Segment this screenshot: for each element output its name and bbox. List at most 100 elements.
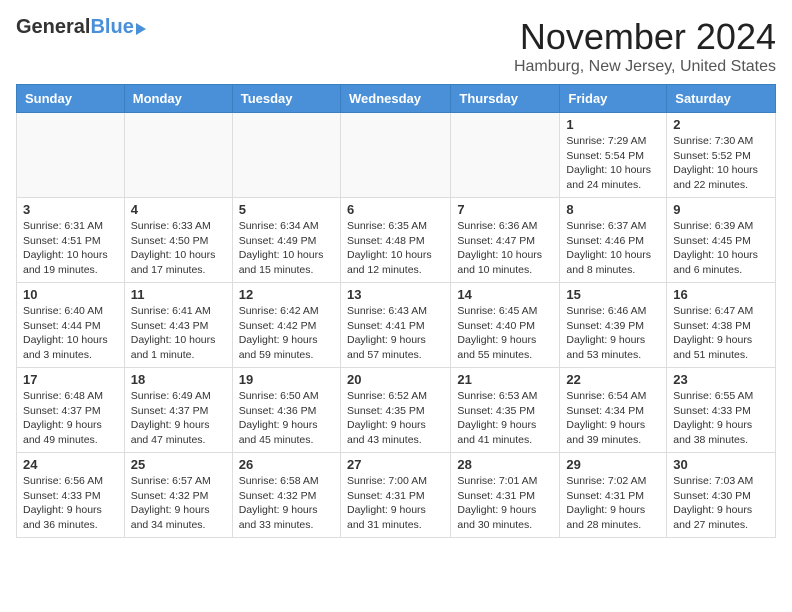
week-row-3: 10Sunrise: 6:40 AMSunset: 4:44 PMDayligh…	[17, 283, 776, 368]
calendar-cell: 5 Sunrise: 6:34 AMSunset: 4:49 PMDaylight…	[232, 198, 340, 283]
calendar-cell: 17 Sunrise: 6:48 AMSunset: 4:37 PMDayligh…	[17, 368, 125, 453]
calendar-cell	[17, 113, 125, 198]
day-number: 29	[566, 457, 660, 472]
calendar-cell: 10Sunrise: 6:40 AMSunset: 4:44 PMDayligh…	[17, 283, 125, 368]
calendar-cell: 19 Sunrise: 6:50 AMSunset: 4:36 PMDayligh…	[232, 368, 340, 453]
day-number: 2	[673, 117, 769, 132]
header-sunday: Sunday	[17, 85, 125, 113]
week-row-4: 17 Sunrise: 6:48 AMSunset: 4:37 PMDayligh…	[17, 368, 776, 453]
calendar-cell: 21 Sunrise: 6:53 AMSunset: 4:35 PMDayligh…	[451, 368, 560, 453]
header-friday: Friday	[560, 85, 667, 113]
day-info: Sunrise: 7:03 AMSunset: 4:30 PMDaylight:…	[673, 474, 769, 533]
day-info: Sunrise: 6:34 AMSunset: 4:49 PMDaylight:…	[239, 219, 334, 278]
calendar-table: SundayMondayTuesdayWednesdayThursdayFrid…	[16, 84, 776, 538]
calendar-cell: 18Sunrise: 6:49 AMSunset: 4:37 PMDayligh…	[124, 368, 232, 453]
day-info: Sunrise: 6:57 AMSunset: 4:32 PMDaylight:…	[131, 474, 226, 533]
week-row-5: 24 Sunrise: 6:56 AMSunset: 4:33 PMDayligh…	[17, 453, 776, 538]
calendar-cell: 27 Sunrise: 7:00 AMSunset: 4:31 PMDayligh…	[340, 453, 450, 538]
calendar-cell: 29 Sunrise: 7:02 AMSunset: 4:31 PMDayligh…	[560, 453, 667, 538]
day-info: Sunrise: 6:56 AMSunset: 4:33 PMDaylight:…	[23, 474, 118, 533]
day-number: 18	[131, 372, 226, 387]
day-number: 11	[131, 287, 226, 302]
calendar-cell: 28 Sunrise: 7:01 AMSunset: 4:31 PMDayligh…	[451, 453, 560, 538]
calendar-cell: 9 Sunrise: 6:39 AMSunset: 4:45 PMDaylight…	[667, 198, 776, 283]
calendar-cell: 13Sunrise: 6:43 AMSunset: 4:41 PMDayligh…	[340, 283, 450, 368]
calendar-cell: 7 Sunrise: 6:36 AMSunset: 4:47 PMDaylight…	[451, 198, 560, 283]
day-info: Sunrise: 7:30 AMSunset: 5:52 PMDaylight:…	[673, 134, 769, 193]
day-number: 21	[457, 372, 553, 387]
day-info: Sunrise: 6:31 AMSunset: 4:51 PMDaylight:…	[23, 219, 118, 278]
day-number: 30	[673, 457, 769, 472]
day-number: 28	[457, 457, 553, 472]
day-number: 7	[457, 202, 553, 217]
header-saturday: Saturday	[667, 85, 776, 113]
calendar-cell: 8Sunrise: 6:37 AMSunset: 4:46 PMDaylight…	[560, 198, 667, 283]
page-header: General Blue November 2024 Hamburg, New …	[16, 16, 776, 76]
day-info: Sunrise: 6:41 AMSunset: 4:43 PMDaylight:…	[131, 304, 226, 363]
logo-general: General	[16, 16, 90, 39]
day-info: Sunrise: 6:52 AMSunset: 4:35 PMDaylight:…	[347, 389, 444, 448]
day-number: 22	[566, 372, 660, 387]
day-info: Sunrise: 6:47 AMSunset: 4:38 PMDaylight:…	[673, 304, 769, 363]
day-info: Sunrise: 7:02 AMSunset: 4:31 PMDaylight:…	[566, 474, 660, 533]
calendar-cell: 23Sunrise: 6:55 AMSunset: 4:33 PMDayligh…	[667, 368, 776, 453]
day-info: Sunrise: 6:53 AMSunset: 4:35 PMDaylight:…	[457, 389, 553, 448]
day-number: 17	[23, 372, 118, 387]
day-number: 27	[347, 457, 444, 472]
calendar-cell: 6 Sunrise: 6:35 AMSunset: 4:48 PMDaylight…	[340, 198, 450, 283]
day-number: 24	[23, 457, 118, 472]
calendar-cell: 16Sunrise: 6:47 AMSunset: 4:38 PMDayligh…	[667, 283, 776, 368]
calendar-cell: 2 Sunrise: 7:30 AMSunset: 5:52 PMDaylight…	[667, 113, 776, 198]
day-info: Sunrise: 7:29 AMSunset: 5:54 PMDaylight:…	[566, 134, 660, 193]
logo-arrow-icon	[136, 23, 146, 35]
day-number: 20	[347, 372, 444, 387]
calendar-cell: 15 Sunrise: 6:46 AMSunset: 4:39 PMDayligh…	[560, 283, 667, 368]
day-info: Sunrise: 6:48 AMSunset: 4:37 PMDaylight:…	[23, 389, 118, 448]
location: Hamburg, New Jersey, United States	[514, 58, 776, 76]
month-title: November 2024	[514, 16, 776, 58]
logo-blue: Blue	[90, 16, 133, 39]
day-info: Sunrise: 6:45 AMSunset: 4:40 PMDaylight:…	[457, 304, 553, 363]
calendar-cell	[451, 113, 560, 198]
header-monday: Monday	[124, 85, 232, 113]
calendar-cell: 1 Sunrise: 7:29 AMSunset: 5:54 PMDaylight…	[560, 113, 667, 198]
day-info: Sunrise: 6:46 AMSunset: 4:39 PMDaylight:…	[566, 304, 660, 363]
day-number: 1	[566, 117, 660, 132]
day-info: Sunrise: 6:50 AMSunset: 4:36 PMDaylight:…	[239, 389, 334, 448]
day-info: Sunrise: 6:54 AMSunset: 4:34 PMDaylight:…	[566, 389, 660, 448]
day-number: 19	[239, 372, 334, 387]
calendar-cell: 26Sunrise: 6:58 AMSunset: 4:32 PMDayligh…	[232, 453, 340, 538]
header-tuesday: Tuesday	[232, 85, 340, 113]
day-info: Sunrise: 6:33 AMSunset: 4:50 PMDaylight:…	[131, 219, 226, 278]
day-number: 15	[566, 287, 660, 302]
week-row-1: 1 Sunrise: 7:29 AMSunset: 5:54 PMDaylight…	[17, 113, 776, 198]
title-section: November 2024 Hamburg, New Jersey, Unite…	[514, 16, 776, 76]
header-wednesday: Wednesday	[340, 85, 450, 113]
logo: General Blue	[16, 16, 146, 39]
calendar-cell: 30 Sunrise: 7:03 AMSunset: 4:30 PMDayligh…	[667, 453, 776, 538]
day-info: Sunrise: 6:35 AMSunset: 4:48 PMDaylight:…	[347, 219, 444, 278]
day-number: 5	[239, 202, 334, 217]
day-info: Sunrise: 6:40 AMSunset: 4:44 PMDaylight:…	[23, 304, 118, 363]
day-info: Sunrise: 6:39 AMSunset: 4:45 PMDaylight:…	[673, 219, 769, 278]
week-row-2: 3Sunrise: 6:31 AMSunset: 4:51 PMDaylight…	[17, 198, 776, 283]
calendar-cell	[340, 113, 450, 198]
calendar-cell: 12Sunrise: 6:42 AMSunset: 4:42 PMDayligh…	[232, 283, 340, 368]
day-number: 4	[131, 202, 226, 217]
calendar-cell: 24 Sunrise: 6:56 AMSunset: 4:33 PMDayligh…	[17, 453, 125, 538]
day-number: 9	[673, 202, 769, 217]
day-number: 14	[457, 287, 553, 302]
day-info: Sunrise: 7:01 AMSunset: 4:31 PMDaylight:…	[457, 474, 553, 533]
day-number: 25	[131, 457, 226, 472]
calendar-cell: 25 Sunrise: 6:57 AMSunset: 4:32 PMDayligh…	[124, 453, 232, 538]
day-info: Sunrise: 7:00 AMSunset: 4:31 PMDaylight:…	[347, 474, 444, 533]
day-info: Sunrise: 6:36 AMSunset: 4:47 PMDaylight:…	[457, 219, 553, 278]
day-number: 8	[566, 202, 660, 217]
calendar-cell	[232, 113, 340, 198]
calendar-cell	[124, 113, 232, 198]
calendar-cell: 11 Sunrise: 6:41 AMSunset: 4:43 PMDayligh…	[124, 283, 232, 368]
day-number: 26	[239, 457, 334, 472]
day-info: Sunrise: 6:42 AMSunset: 4:42 PMDaylight:…	[239, 304, 334, 363]
day-number: 6	[347, 202, 444, 217]
calendar-header-row: SundayMondayTuesdayWednesdayThursdayFrid…	[17, 85, 776, 113]
